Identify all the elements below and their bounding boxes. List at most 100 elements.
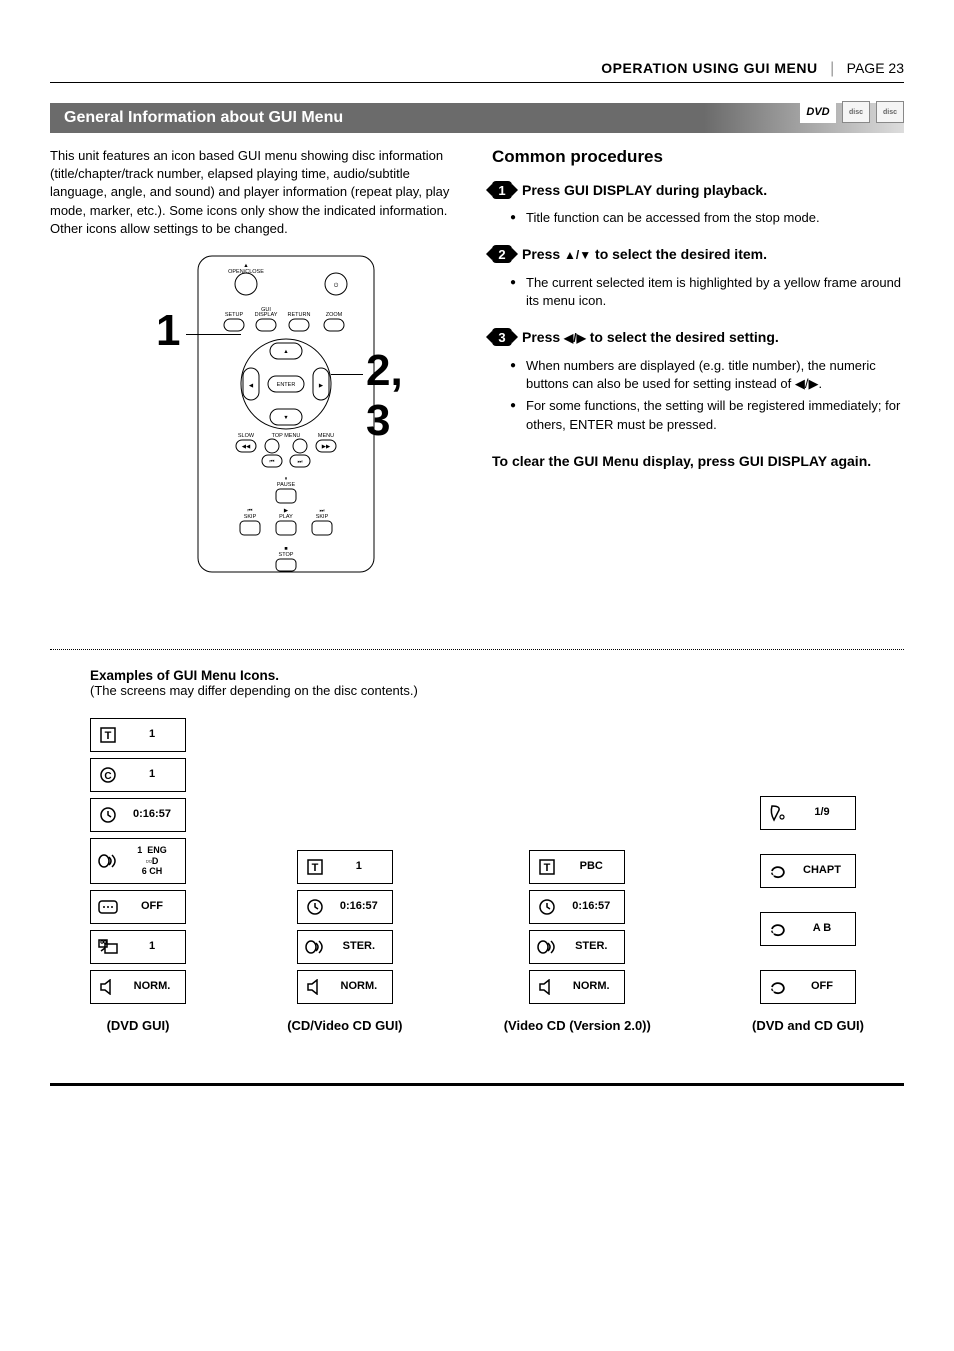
svg-text:T: T — [544, 862, 551, 874]
step-1-notes: Title function can be accessed from the … — [510, 209, 904, 227]
svg-text:ZOOM: ZOOM — [326, 312, 343, 318]
svg-text:⏮: ⏮ — [270, 459, 275, 465]
examples-heading: Examples of GUI Menu Icons. — [90, 668, 904, 683]
step-3-number: 3 — [492, 328, 512, 346]
svg-text:PAUSE: PAUSE — [277, 482, 296, 488]
svg-text:SKIP: SKIP — [316, 514, 329, 520]
chapter-icon: C — [91, 759, 125, 791]
svg-text:C: C — [104, 771, 111, 782]
clock-icon — [298, 891, 332, 923]
clock-icon-row: 0:16:57 — [297, 890, 393, 924]
svg-text:MENU: MENU — [318, 433, 334, 439]
format-logos: DVD disc disc — [800, 101, 904, 123]
clock-icon — [91, 799, 125, 831]
clock-icon-row: 0:16:57 — [529, 890, 625, 924]
svg-text:TOP MENU: TOP MENU — [272, 433, 301, 439]
dvd-gui-caption: (DVD GUI) — [107, 1018, 170, 1033]
examples-subheading: (The screens may differ depending on the… — [90, 683, 904, 698]
audio-icon — [530, 931, 564, 963]
remote-svg: .r-txt { font: 5.5px Arial; text-anchor:… — [196, 254, 376, 574]
vcd2-caption: (Video CD (Version 2.0)) — [504, 1018, 651, 1033]
step-3-note-2: For some functions, the setting will be … — [510, 397, 904, 433]
left-right-icon: ◀/▶ — [564, 331, 586, 345]
repeat-chapt-row: CHAPT — [760, 854, 856, 888]
svg-text:SLOW: SLOW — [238, 433, 255, 439]
footer-rule — [50, 1083, 904, 1086]
audio-icon-row: 1 ENG▫▫D6 CH — [90, 838, 186, 884]
svg-text:STOP: STOP — [279, 552, 294, 558]
dvd-video-logo: DVD — [800, 101, 836, 123]
angle-icon-row: 1 — [90, 930, 186, 964]
cd-video-column: T 1 0:16:57 STER. NORM. (CD/Video CD GUI… — [287, 850, 402, 1033]
step-2: 2 Press ▲/▼ to select the desired item. — [492, 245, 904, 264]
title-icon-row: T 1 — [297, 850, 393, 884]
open-close-label: OPEN/CLOSE — [228, 269, 264, 275]
dotted-separator — [50, 649, 904, 650]
repeat-ab-row: A B — [760, 912, 856, 946]
compact-disc-logo: disc — [842, 101, 870, 123]
common-procedures-heading: Common procedures — [492, 147, 904, 167]
step-3-notes: When numbers are displayed (e.g. title n… — [510, 357, 904, 434]
header-page: PAGE 23 — [847, 60, 904, 76]
svg-text:SKIP: SKIP — [244, 514, 257, 520]
title-icon-row: T PBC — [529, 850, 625, 884]
svg-text:▶▶: ▶▶ — [322, 444, 331, 450]
clear-instruction: To clear the GUI Menu display, press GUI… — [492, 452, 904, 472]
clock-icon — [530, 891, 564, 923]
speaker-icon-row: NORM. — [529, 970, 625, 1004]
angle-icon — [91, 931, 125, 963]
vcd2-column: T PBC 0:16:57 STER. NORM. (Video CD (Ver… — [504, 850, 651, 1033]
audio-icon-row: STER. — [297, 930, 393, 964]
step-2-note-1: The current selected item is highlighted… — [510, 274, 904, 310]
section-title-bar: General Information about GUI Menu DVD d… — [50, 103, 904, 133]
intro-paragraph: This unit features an icon based GUI men… — [50, 147, 462, 238]
compact-disc-audio-logo: disc — [876, 101, 904, 123]
repeat-icon — [761, 855, 795, 887]
step-1-note-1: Title function can be accessed from the … — [510, 209, 904, 227]
section-title: General Information about GUI Menu — [64, 109, 343, 126]
repeat-icon — [761, 971, 795, 1003]
up-down-icon: ▲/▼ — [564, 248, 591, 262]
step-3: 3 Press ◀/▶ to select the desired settin… — [492, 328, 904, 347]
subtitle-icon-row: OFF — [90, 890, 186, 924]
speaker-icon — [91, 971, 125, 1003]
marker-icon-row: 1/9 — [760, 796, 856, 830]
cd-video-caption: (CD/Video CD GUI) — [287, 1018, 402, 1033]
dvd-gui-column: T 1 C 1 0:16:57 1 ENG▫▫D6 CH OFF 1 — [90, 718, 186, 1033]
svg-text:▲: ▲ — [283, 349, 288, 355]
title-icon: T — [91, 719, 125, 751]
header-divider: | — [830, 60, 834, 77]
svg-text:DISPLAY: DISPLAY — [255, 312, 278, 318]
audio-icon — [298, 931, 332, 963]
speaker-icon — [530, 971, 564, 1003]
step-1: 1 Press GUI DISPLAY during playback. — [492, 181, 904, 199]
marker-icon — [761, 797, 795, 829]
repeat-off-row: OFF — [760, 970, 856, 1004]
svg-text:ENTER: ENTER — [277, 382, 296, 388]
svg-text:⏻: ⏻ — [334, 282, 339, 289]
title-icon: T — [298, 851, 332, 883]
svg-text:◀◀: ◀◀ — [242, 444, 251, 450]
dvd-cd-column: 1/9 CHAPT A B OFF (DVD and CD GUI) — [752, 796, 864, 1033]
audio-icon-row: STER. — [529, 930, 625, 964]
svg-text:▼: ▼ — [283, 415, 288, 421]
svg-text:RETURN: RETURN — [288, 312, 311, 318]
svg-text:T: T — [105, 730, 112, 742]
header-section: OPERATION USING GUI MENU — [601, 60, 817, 76]
svg-text:T: T — [311, 862, 318, 874]
subtitle-icon — [91, 891, 125, 923]
page-header: OPERATION USING GUI MENU | PAGE 23 — [50, 60, 904, 83]
callout-2-3: 2, 3 — [366, 346, 403, 446]
examples-grid: T 1 C 1 0:16:57 1 ENG▫▫D6 CH OFF 1 — [50, 718, 904, 1033]
title-icon-row: T 1 — [90, 718, 186, 752]
dvd-cd-caption: (DVD and CD GUI) — [752, 1018, 864, 1033]
callout-23-line — [331, 374, 363, 375]
step-1-number: 1 — [492, 181, 512, 199]
title-icon: T — [530, 851, 564, 883]
remote-diagram: 1 2, 3 .r-txt { font: 5.5px Arial; text-… — [136, 254, 376, 579]
step-2-text: Press ▲/▼ to select the desired item. — [522, 245, 767, 264]
speaker-icon — [298, 971, 332, 1003]
svg-text:⏭: ⏭ — [298, 459, 303, 465]
chapter-icon-row: C 1 — [90, 758, 186, 792]
step-3-note-1: When numbers are displayed (e.g. title n… — [510, 357, 904, 393]
